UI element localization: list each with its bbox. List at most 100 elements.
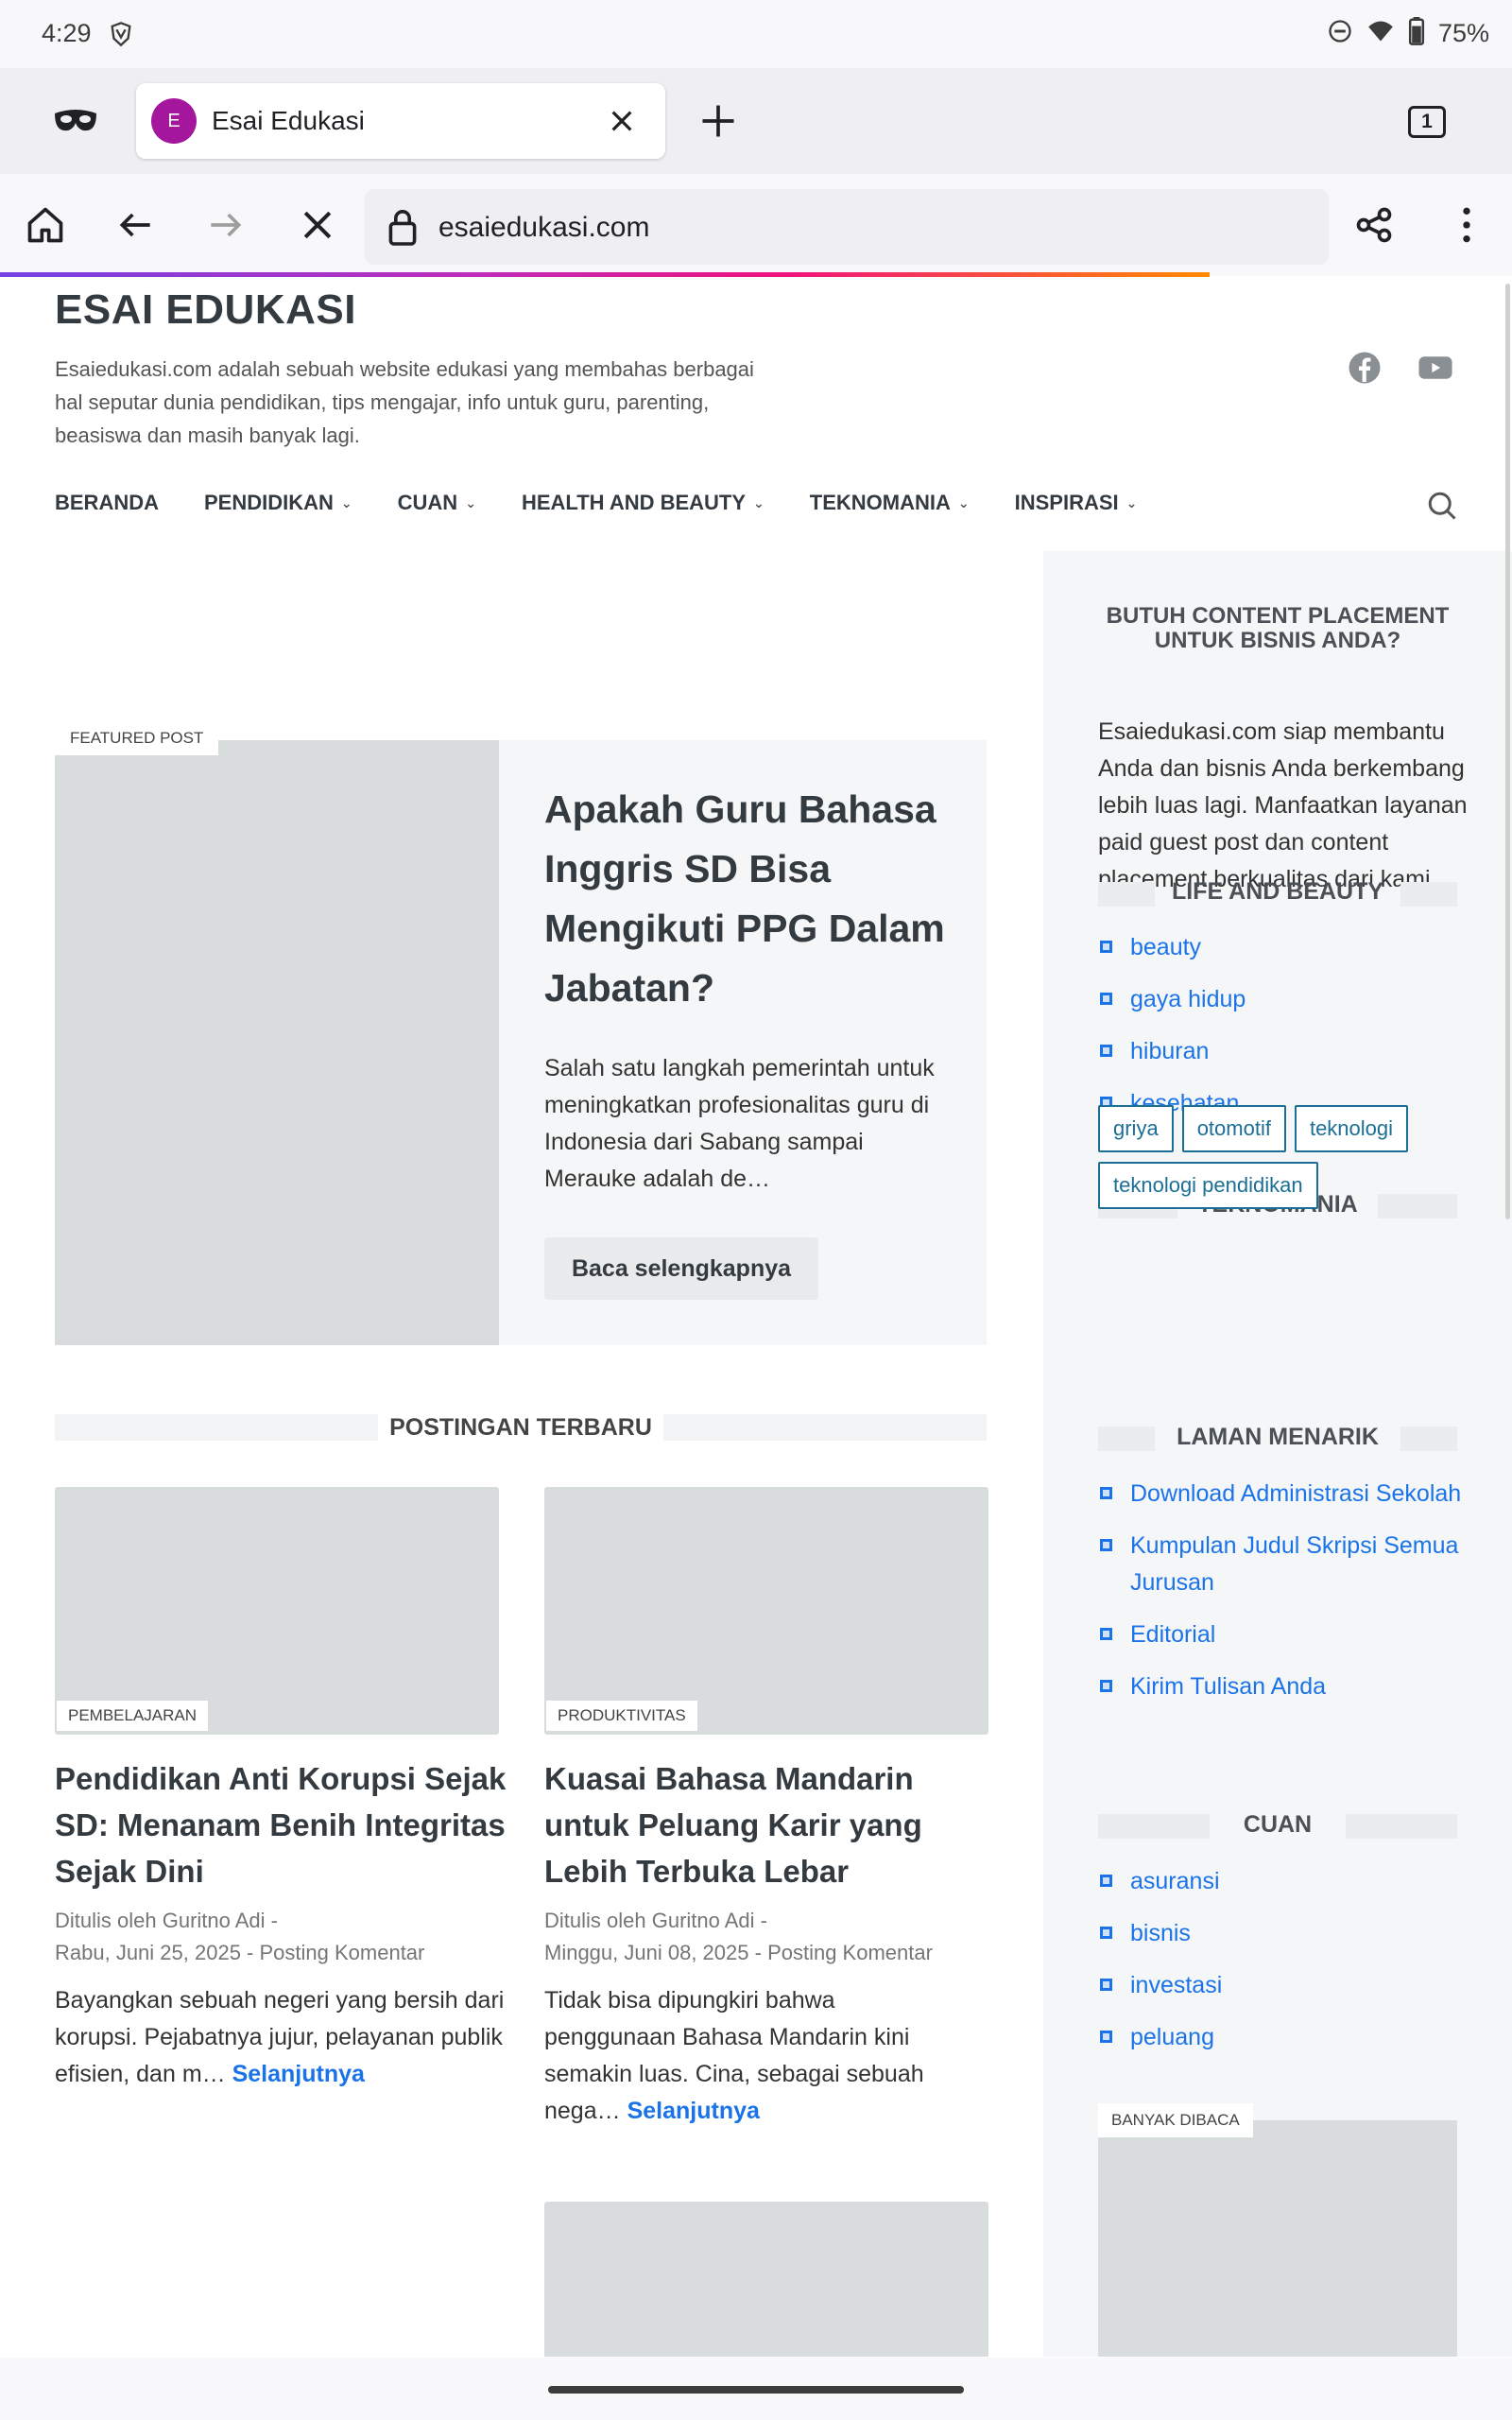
list-item[interactable]: Kumpulan Judul Skripsi Semua Jurusan: [1098, 1528, 1476, 1601]
nav-pendidikan[interactable]: PENDIDIKAN ⌄: [204, 491, 352, 515]
link-text[interactable]: asuransi: [1130, 1868, 1220, 1894]
stop-icon[interactable]: [297, 204, 338, 251]
post-image[interactable]: [544, 2202, 988, 2357]
promo-heading: BUTUH CONTENT PLACEMENT UNTUK BISNIS AND…: [1106, 603, 1450, 653]
facebook-icon[interactable]: [1348, 351, 1382, 389]
list-item[interactable]: bisnis: [1098, 1915, 1476, 1952]
link-text[interactable]: beauty: [1130, 934, 1201, 960]
read-more-link[interactable]: Selanjutnya: [627, 2098, 760, 2124]
close-tab-icon[interactable]: [607, 106, 637, 141]
post-title[interactable]: Pendidikan Anti Korupsi Sejak SD: Menana…: [55, 1755, 508, 1894]
section-divider: [1098, 1426, 1155, 1451]
life-and-beauty-heading: LIFE AND BEAUTY: [1171, 878, 1384, 905]
post-comments-link[interactable]: Posting Komentar: [260, 1941, 425, 1964]
link-text[interactable]: hiburan: [1130, 1038, 1209, 1064]
link-text[interactable]: Kumpulan Judul Skripsi Semua Jurusan: [1130, 1532, 1458, 1596]
featured-post-excerpt: Salah satu langkah pemerintah untuk meni…: [544, 1055, 935, 1192]
active-tab[interactable]: E Esai Edukasi: [136, 83, 665, 159]
post-author: Ditulis oleh Guritno Adi: [544, 1909, 755, 1932]
cuan-list: asuransi bisnis investasi peluang: [1098, 1863, 1476, 2071]
featured-post-label: FEATURED POST: [55, 721, 219, 755]
tag-teknologi-pendidikan[interactable]: teknologi pendidikan: [1098, 1162, 1318, 1209]
bullet-icon: [1100, 1979, 1112, 1991]
home-icon[interactable]: [25, 204, 66, 251]
link-text[interactable]: Kirim Tulisan Anda: [1130, 1673, 1326, 1700]
popular-post-image[interactable]: [1098, 2120, 1457, 2357]
tag-otomotif[interactable]: otomotif: [1181, 1105, 1286, 1152]
wifi-icon: [1366, 18, 1395, 49]
list-item[interactable]: Kirim Tulisan Anda: [1098, 1668, 1476, 1705]
status-time: 4:29: [42, 19, 92, 47]
nav-label: TEKNOMANIA: [809, 491, 951, 514]
share-icon[interactable]: [1353, 204, 1395, 251]
search-icon[interactable]: [1425, 489, 1459, 527]
tab-count-button[interactable]: 1: [1408, 106, 1446, 138]
nav-teknomania[interactable]: TEKNOMANIA ⌄: [810, 491, 970, 515]
list-item[interactable]: peluang: [1098, 2019, 1476, 2056]
tag-griya[interactable]: griya: [1098, 1105, 1174, 1152]
nav-label: PENDIDIKAN: [204, 491, 334, 514]
nav-inspirasi[interactable]: INSPIRASI ⌄: [1015, 491, 1138, 515]
site-title[interactable]: ESAI EDUKASI: [55, 286, 356, 334]
nav-label: BERANDA: [55, 491, 159, 514]
list-item[interactable]: hiburan: [1098, 1033, 1476, 1070]
gesture-handle[interactable]: [548, 2386, 964, 2394]
section-divider: [1400, 882, 1457, 907]
web-page: ESAI EDUKASI Esaiedukasi.com adalah sebu…: [0, 277, 1512, 2357]
url-bar[interactable]: esaiedukasi.com: [365, 189, 1329, 265]
post-author: Ditulis oleh Guritno Adi: [55, 1909, 266, 1932]
laman-menarik-list: Download Administrasi Sekolah Kumpulan J…: [1098, 1476, 1476, 1720]
main-nav: BERANDA PENDIDIKAN ⌄ CUAN ⌄ HEALTH AND BEA…: [55, 491, 1137, 515]
youtube-icon[interactable]: [1418, 351, 1453, 389]
section-divider: [1346, 1814, 1457, 1839]
read-more-link[interactable]: Selanjutnya: [232, 2061, 365, 2087]
chevron-down-icon: ⌄: [1125, 494, 1138, 510]
list-item[interactable]: beauty: [1098, 929, 1476, 966]
featured-post-image[interactable]: [55, 740, 499, 1345]
section-divider: [663, 1414, 987, 1441]
chevron-down-icon: ⌄: [957, 494, 970, 510]
list-item[interactable]: Editorial: [1098, 1616, 1476, 1653]
link-text[interactable]: Download Administrasi Sekolah: [1130, 1480, 1461, 1507]
list-item[interactable]: investasi: [1098, 1967, 1476, 2004]
nav-label: CUAN: [397, 491, 458, 514]
url-text[interactable]: esaiedukasi.com: [438, 212, 649, 244]
site-favicon: E: [151, 98, 197, 144]
back-icon[interactable]: [115, 204, 157, 251]
nav-health-and-beauty[interactable]: HEALTH AND BEAUTY ⌄: [522, 491, 765, 515]
nav-cuan[interactable]: CUAN ⌄: [398, 491, 476, 515]
post-category-label[interactable]: PRODUKTIVITAS: [546, 1701, 697, 1731]
link-text[interactable]: bisnis: [1130, 1920, 1191, 1946]
link-text[interactable]: investasi: [1130, 1972, 1222, 1998]
new-tab-icon[interactable]: [697, 100, 739, 147]
list-item[interactable]: asuransi: [1098, 1863, 1476, 1900]
private-mask-icon[interactable]: [53, 106, 98, 141]
post-meta: Ditulis oleh Guritno Adi - Rabu, Juni 25…: [55, 1909, 425, 1964]
post-date: Rabu, Juni 25, 2025: [55, 1941, 241, 1964]
menu-icon[interactable]: [1446, 204, 1487, 251]
lock-icon[interactable]: [386, 206, 420, 252]
tag-teknologi[interactable]: teknologi: [1294, 1105, 1409, 1152]
link-text[interactable]: peluang: [1130, 2024, 1214, 2050]
bullet-icon: [1100, 1487, 1112, 1499]
post-comments-link[interactable]: Posting Komentar: [767, 1941, 933, 1964]
link-text[interactable]: gaya hidup: [1130, 986, 1246, 1012]
laman-menarik-heading: LAMAN MENARIK: [1177, 1424, 1379, 1450]
bullet-icon: [1100, 993, 1112, 1005]
forward-icon[interactable]: [204, 204, 246, 251]
status-bar: 4:29 75%: [0, 0, 1512, 68]
promo-text: Esaiedukasi.com siap membantu Anda dan b…: [1098, 718, 1468, 892]
link-text[interactable]: Editorial: [1130, 1621, 1215, 1648]
page-scrollbar[interactable]: [1505, 284, 1510, 1219]
list-item[interactable]: gaya hidup: [1098, 981, 1476, 1018]
nav-beranda[interactable]: BERANDA: [55, 491, 159, 515]
recent-posts-heading: POSTINGAN TERBARU: [389, 1414, 652, 1441]
featured-post-title[interactable]: Apakah Guru Bahasa Inggris SD Bisa Mengi…: [544, 780, 960, 1018]
list-item[interactable]: Download Administrasi Sekolah: [1098, 1476, 1476, 1512]
post-category-label[interactable]: PEMBELAJARAN: [57, 1701, 209, 1731]
read-more-button[interactable]: Baca selengkapnya: [544, 1237, 818, 1300]
post-title[interactable]: Kuasai Bahasa Mandarin untuk Peluang Kar…: [544, 1755, 998, 1894]
post-image[interactable]: [544, 1487, 988, 1735]
system-navigation-bar: [0, 2358, 1512, 2420]
post-image[interactable]: [55, 1487, 499, 1735]
